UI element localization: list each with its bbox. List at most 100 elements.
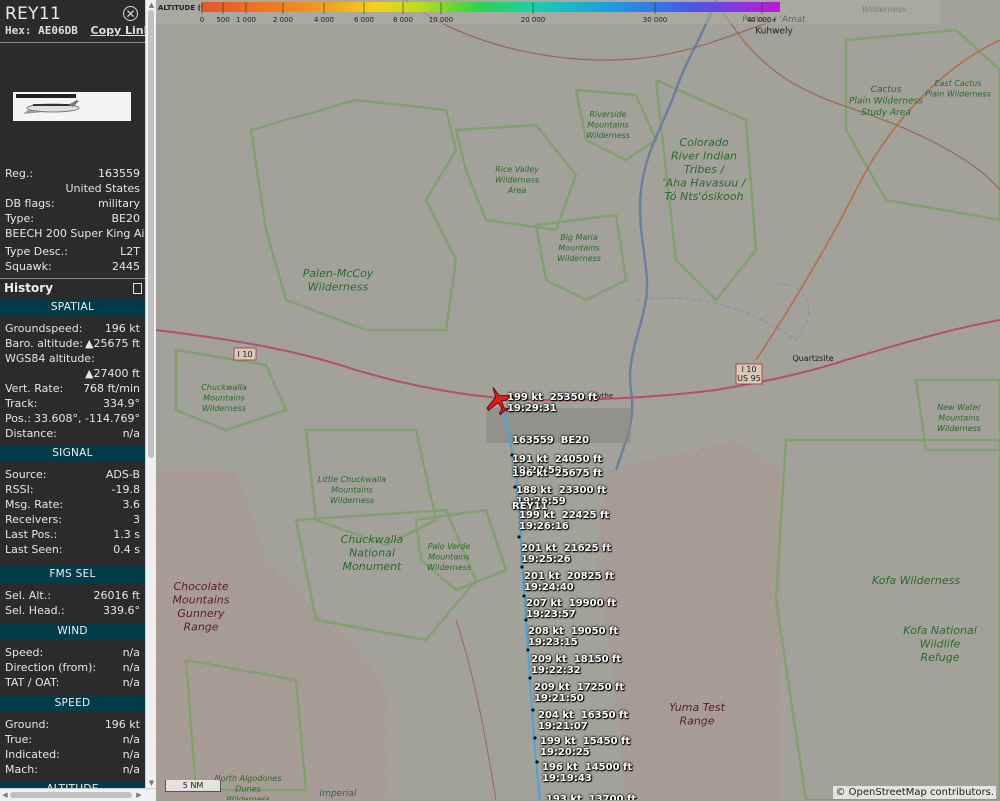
track-point-label[interactable]: 196 kt 14500 ft 19:19:43 <box>542 762 632 784</box>
dbflags-row: DB flags: military <box>5 197 140 211</box>
track-point-label[interactable]: 208 kt 19050 ft 19:23:15 <box>528 626 618 648</box>
hex-label: Hex: <box>5 24 32 37</box>
track-point-label[interactable]: 193 kt 13700 ft <box>546 794 636 800</box>
info-row-label: Pos.: <box>5 412 31 425</box>
road-shield: I 10 <box>233 347 257 361</box>
track-point-label[interactable]: 199 kt 25350 ft 19:29:31 <box>507 392 597 414</box>
map-view[interactable]: I 10 I 10 US 95 Parker / 'AmatKuhwelyWil… <box>156 0 1000 800</box>
info-row-label: Last Pos.: <box>5 528 58 541</box>
road-shield-label: US 95 <box>737 374 761 383</box>
place-label: Wilderness <box>226 795 270 800</box>
scrollbar-thumb[interactable] <box>10 792 132 798</box>
info-row-label: Last Seen: <box>5 543 63 556</box>
info-row-value: 26016 ft <box>93 589 140 602</box>
track-point-speed-alt: 193 kt 13700 ft <box>546 794 636 800</box>
track-point-speed: 196 kt <box>542 762 578 773</box>
track-point-label[interactable]: 201 kt 20825 ft 19:24:40 <box>524 571 614 593</box>
divider <box>0 42 145 43</box>
place-label: Palen-McCoy <box>303 267 374 280</box>
track-point-time: 19:25:26 <box>521 554 571 565</box>
history-toggle[interactable]: History <box>4 281 53 295</box>
close-icon[interactable]: ✕ <box>123 6 138 21</box>
track-point-time: 19:23:57 <box>526 609 576 620</box>
info-row: Speed: n/a <box>5 646 140 660</box>
info-row-value: n/a <box>122 748 140 761</box>
type-value: BE20 <box>111 212 141 225</box>
info-row: Ground: 196 kt <box>5 718 140 732</box>
info-row-label: Direction (from): <box>5 661 97 674</box>
info-row: Sel. Head.: 339.6° <box>5 604 140 618</box>
section-fms-sel: FMS SEL <box>0 566 145 583</box>
legend-tick-label: 20 000 <box>521 16 546 24</box>
track-point-label[interactable]: 209 kt 17250 ft 19:21:50 <box>534 682 624 704</box>
track-point-speed-alt: 209 kt 18150 ft <box>531 654 621 665</box>
type-full-row: BEECH 200 Super King Air <box>5 227 145 241</box>
info-row-value: 334.9° <box>103 397 140 410</box>
hex-line: Hex: AE06DB Copy Link <box>5 24 145 37</box>
info-row-value: -19.8 <box>111 483 140 496</box>
info-row-label: WGS84 altitude: <box>5 352 95 365</box>
place-label: Palo Verde <box>428 542 471 551</box>
place-label: Wilderness <box>937 424 981 433</box>
info-row: Vert. Rate: 768 ft/min <box>5 382 140 396</box>
info-row-label: Sel. Head.: <box>5 604 65 617</box>
place-label: Refuge <box>920 651 959 664</box>
scrollbar-thumb[interactable] <box>148 10 154 458</box>
sidebar-horizontal-scrollbar[interactable]: ◀ ▶ <box>0 788 156 801</box>
info-row-value: 196 kt <box>104 322 140 335</box>
info-row: ▲27400 ft <box>5 367 140 381</box>
track-point-time: 19:22:32 <box>531 665 581 676</box>
reg-value: 163559 <box>98 167 140 180</box>
type-full-value: BEECH 200 Super King Air <box>5 227 145 240</box>
place-label: Wilderness <box>495 176 539 185</box>
track-point-speed-alt: 199 kt 15450 ft <box>540 736 630 747</box>
place-label: Little Chuckwalla <box>318 475 386 484</box>
info-row-value: 3.6 <box>122 498 141 511</box>
info-row-label: RSSI: <box>5 483 34 496</box>
altitude-legend: ALTITUDE (ft) 0 500 1 000 2 000 4 000 6 000 8 … <box>156 0 940 24</box>
place-label: Plain Wilderness <box>925 90 991 99</box>
track-point-time: 19:23:15 <box>528 637 578 648</box>
country-row: United States <box>5 182 141 196</box>
expand-icon[interactable] <box>133 283 142 294</box>
aircraft-callsign: REY11 <box>5 4 62 24</box>
squawk-label: Squawk: <box>5 260 52 273</box>
place-label: Monument <box>343 560 403 573</box>
track-point-speed-alt: 207 kt 19900 ft <box>526 598 616 609</box>
info-row-value: ADS-B <box>105 468 140 481</box>
track-point-label[interactable]: 199 kt 15450 ft 19:20:25 <box>540 736 630 758</box>
track-point-label[interactable]: 201 kt 21625 ft 19:25:26 <box>521 543 611 565</box>
aircraft-photo[interactable] <box>13 92 131 121</box>
info-row: Receivers: 3 <box>5 513 140 527</box>
scroll-right-icon[interactable]: ▶ <box>134 789 144 801</box>
typedesc-row: Type Desc.: L2T <box>5 245 140 259</box>
track-point-label[interactable]: 207 kt 19900 ft 19:23:57 <box>526 598 616 620</box>
info-row: Direction (from): n/a <box>5 661 140 675</box>
legend-tick-label: 6 000 <box>354 16 374 24</box>
info-row-value: n/a <box>122 733 140 746</box>
place-label: Kuhwely <box>755 27 793 37</box>
map-attribution[interactable]: © OpenStreetMap contributors. <box>833 786 996 799</box>
scroll-left-icon[interactable]: ◀ <box>0 789 10 801</box>
place-label: Tó Nts'ósikooh <box>664 190 743 203</box>
info-row-label: TAT / OAT: <box>5 676 60 689</box>
squawk-value: 2445 <box>112 260 140 273</box>
aircraft-label[interactable]: 163559 BE20 196 kt 25675 ft REY11 <box>512 413 602 534</box>
info-row: Last Pos.: 1.3 s <box>5 528 140 542</box>
info-row-label: Receivers: <box>5 513 63 526</box>
track-point-altitude: 14500 ft <box>584 762 633 773</box>
place-label: Cactus <box>871 85 902 95</box>
info-row-label: Vert. Rate: <box>5 382 64 395</box>
info-row-label: Track: <box>5 397 38 410</box>
divider <box>0 278 145 279</box>
copy-link-button[interactable]: Copy Link <box>91 24 146 37</box>
info-row: Source: ADS-B <box>5 468 140 482</box>
aircraft-label-line: 196 kt 25675 ft <box>512 468 603 479</box>
track-point-label[interactable]: 204 kt 16350 ft 19:21:07 <box>538 710 628 732</box>
track-point-label[interactable]: 209 kt 18150 ft 19:22:32 <box>531 654 621 676</box>
info-row-label: Mach: <box>5 763 38 776</box>
aircraft-info-sidebar: REY11 ✕ Hex: AE06DB Copy Link Reg.: 16355… <box>0 0 145 800</box>
section-spatial: SPATIAL <box>0 299 145 316</box>
place-label: Riverside <box>589 110 626 119</box>
info-row-value: n/a <box>122 763 140 776</box>
